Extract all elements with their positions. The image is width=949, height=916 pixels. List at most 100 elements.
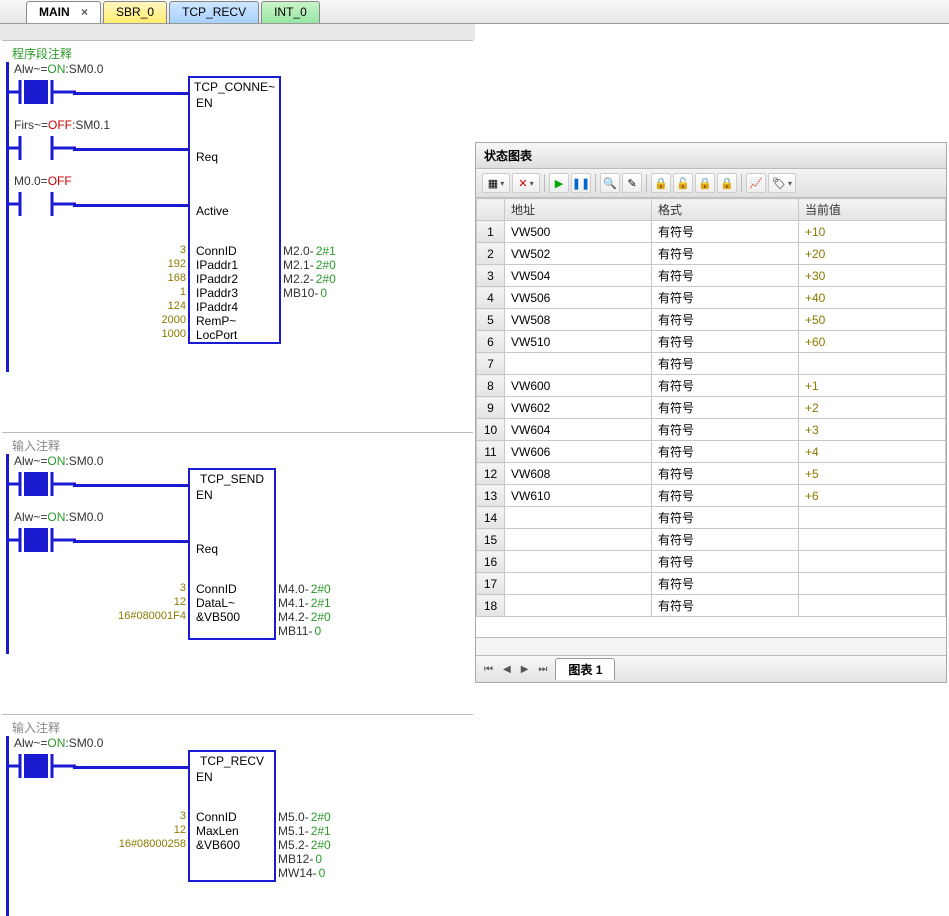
- chart-icon[interactable]: 📈: [746, 173, 766, 193]
- lock-icon[interactable]: 🔒: [651, 173, 671, 193]
- table-row[interactable]: 14有符号: [477, 507, 946, 529]
- table-row[interactable]: 10VW604有符号+3: [477, 419, 946, 441]
- cell-address[interactable]: VW604: [505, 419, 652, 441]
- table-row[interactable]: 11VW606有符号+4: [477, 441, 946, 463]
- cell-format[interactable]: 有符号: [652, 331, 799, 353]
- pencil-icon[interactable]: ✎: [622, 173, 642, 193]
- play-icon[interactable]: ▶: [549, 173, 569, 193]
- cell-value[interactable]: [799, 551, 946, 573]
- cell-format[interactable]: 有符号: [652, 441, 799, 463]
- cell-address[interactable]: VW502: [505, 243, 652, 265]
- rung-comment[interactable]: 程序段注释: [12, 45, 475, 62]
- cell-address[interactable]: VW500: [505, 221, 652, 243]
- cell-address[interactable]: VW504: [505, 265, 652, 287]
- cell-address[interactable]: VW600: [505, 375, 652, 397]
- cell-value[interactable]: +3: [799, 419, 946, 441]
- table-row[interactable]: 5VW508有符号+50: [477, 309, 946, 331]
- grid-icon[interactable]: ▦: [482, 173, 510, 193]
- cell-value[interactable]: +10: [799, 221, 946, 243]
- table-row[interactable]: 2VW502有符号+20: [477, 243, 946, 265]
- next-icon[interactable]: ▶: [519, 664, 531, 675]
- cell-format[interactable]: 有符号: [652, 353, 799, 375]
- horizontal-scrollbar[interactable]: [476, 637, 946, 655]
- function-block-tcp-connect[interactable]: TCP_CONNE~ EN Req Active 3 ConnID M2.0-2…: [188, 76, 281, 344]
- last-icon[interactable]: ⏭: [536, 664, 549, 675]
- col-format[interactable]: 格式: [652, 199, 799, 221]
- function-block-tcp-recv[interactable]: TCP_RECV EN 3ConnIDM5.0-2#0 12MaxLenM5.1…: [188, 750, 276, 882]
- delete-icon[interactable]: ✕: [512, 173, 540, 193]
- table-row[interactable]: 17有符号: [477, 573, 946, 595]
- cell-value[interactable]: +5: [799, 463, 946, 485]
- table-row[interactable]: 1VW500有符号+10: [477, 221, 946, 243]
- cell-value[interactable]: +30: [799, 265, 946, 287]
- cell-value[interactable]: +1: [799, 375, 946, 397]
- tab-main[interactable]: MAIN ×: [26, 1, 101, 23]
- cell-address[interactable]: [505, 573, 652, 595]
- cell-address[interactable]: [505, 353, 652, 375]
- table-row[interactable]: 15有符号: [477, 529, 946, 551]
- cell-format[interactable]: 有符号: [652, 573, 799, 595]
- cell-format[interactable]: 有符号: [652, 529, 799, 551]
- zoom-icon[interactable]: 🔍: [600, 173, 620, 193]
- col-value[interactable]: 当前值: [799, 199, 946, 221]
- table-row[interactable]: 12VW608有符号+5: [477, 463, 946, 485]
- cell-format[interactable]: 有符号: [652, 463, 799, 485]
- cell-value[interactable]: [799, 595, 946, 617]
- table-row[interactable]: 16有符号: [477, 551, 946, 573]
- sheet-tab[interactable]: 图表 1: [555, 658, 615, 680]
- cell-address[interactable]: VW606: [505, 441, 652, 463]
- table-row[interactable]: 9VW602有符号+2: [477, 397, 946, 419]
- cell-value[interactable]: +4: [799, 441, 946, 463]
- cell-format[interactable]: 有符号: [652, 309, 799, 331]
- cell-address[interactable]: [505, 529, 652, 551]
- cell-value[interactable]: +6: [799, 485, 946, 507]
- rung-comment[interactable]: 输入注释: [12, 719, 475, 736]
- table-row[interactable]: 6VW510有符号+60: [477, 331, 946, 353]
- status-chart-grid[interactable]: 地址 格式 当前值 1VW500有符号+102VW502有符号+203VW504…: [476, 198, 946, 637]
- col-address[interactable]: 地址: [505, 199, 652, 221]
- cell-value[interactable]: +40: [799, 287, 946, 309]
- cell-value[interactable]: [799, 529, 946, 551]
- cell-format[interactable]: 有符号: [652, 243, 799, 265]
- cell-format[interactable]: 有符号: [652, 595, 799, 617]
- cell-address[interactable]: VW510: [505, 331, 652, 353]
- cell-format[interactable]: 有符号: [652, 507, 799, 529]
- first-icon[interactable]: ⏮: [482, 664, 495, 675]
- rung-comment[interactable]: 输入注释: [12, 437, 475, 454]
- table-row[interactable]: 3VW504有符号+30: [477, 265, 946, 287]
- table-row[interactable]: 13VW610有符号+6: [477, 485, 946, 507]
- rung-3[interactable]: Alw~=ON:SM0.0 TCP_RECV EN 3ConnIDM5.0-2#…: [0, 736, 475, 916]
- tab-sbr0[interactable]: SBR_0: [103, 1, 167, 23]
- table-row[interactable]: 4VW506有符号+40: [477, 287, 946, 309]
- prev-icon[interactable]: ◀: [501, 664, 513, 675]
- table-row[interactable]: 18有符号: [477, 595, 946, 617]
- lock-add-icon[interactable]: 🔒: [695, 173, 715, 193]
- tag-icon[interactable]: 🏷: [768, 173, 796, 193]
- cell-format[interactable]: 有符号: [652, 397, 799, 419]
- tab-int0[interactable]: INT_0: [261, 1, 320, 23]
- unlock-icon[interactable]: 🔓: [673, 173, 693, 193]
- cell-format[interactable]: 有符号: [652, 551, 799, 573]
- cell-format[interactable]: 有符号: [652, 221, 799, 243]
- cell-address[interactable]: VW608: [505, 463, 652, 485]
- cell-format[interactable]: 有符号: [652, 485, 799, 507]
- cell-address[interactable]: [505, 551, 652, 573]
- cell-address[interactable]: VW508: [505, 309, 652, 331]
- cell-value[interactable]: [799, 573, 946, 595]
- cell-value[interactable]: +60: [799, 331, 946, 353]
- cell-value[interactable]: [799, 353, 946, 375]
- cell-address[interactable]: [505, 595, 652, 617]
- function-block-tcp-send[interactable]: TCP_SEND EN Req 3ConnIDM4.0-2#0 12DataL~…: [188, 468, 276, 640]
- cell-format[interactable]: 有符号: [652, 287, 799, 309]
- cell-value[interactable]: +50: [799, 309, 946, 331]
- cell-address[interactable]: VW602: [505, 397, 652, 419]
- cell-address[interactable]: VW610: [505, 485, 652, 507]
- cell-address[interactable]: [505, 507, 652, 529]
- close-icon[interactable]: ×: [81, 5, 88, 19]
- cell-value[interactable]: +2: [799, 397, 946, 419]
- table-row[interactable]: 8VW600有符号+1: [477, 375, 946, 397]
- cell-format[interactable]: 有符号: [652, 419, 799, 441]
- rung-1[interactable]: Alw~=ON:SM0.0 Firs~=OFF:SM0.1: [0, 62, 475, 372]
- cell-value[interactable]: [799, 507, 946, 529]
- lock-all-icon[interactable]: 🔒: [717, 173, 737, 193]
